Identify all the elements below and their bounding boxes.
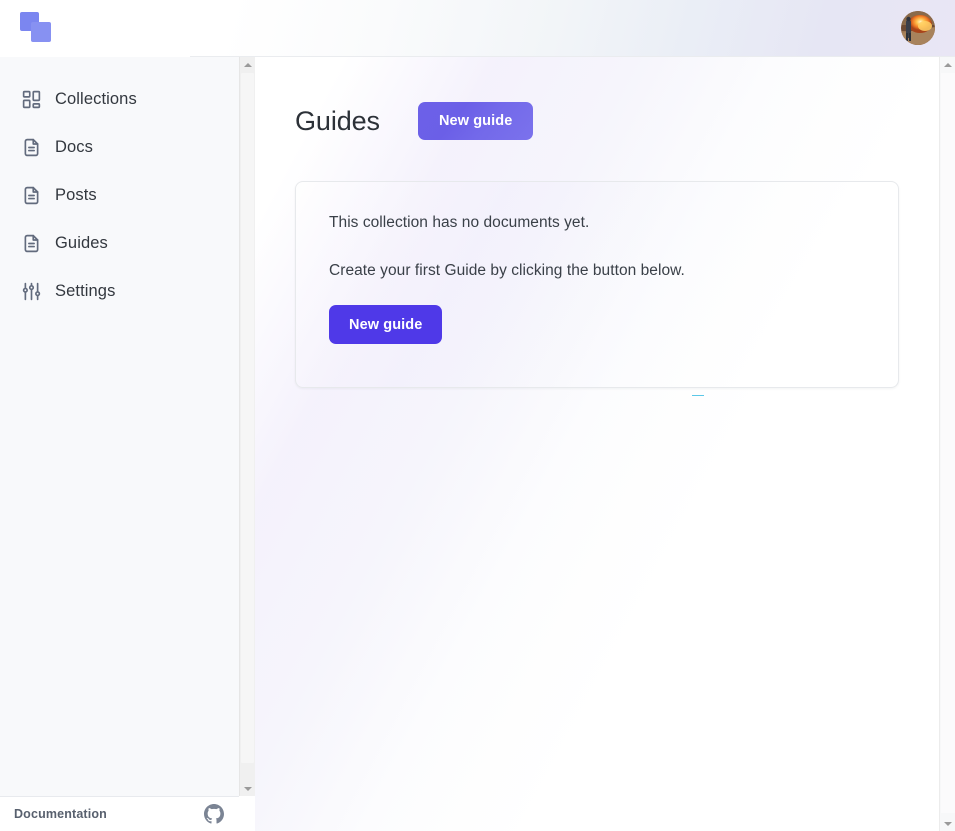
sidebar-item-label: Posts: [55, 185, 97, 204]
documentation-link[interactable]: Documentation: [14, 807, 107, 821]
triangle-up-icon[interactable]: [940, 57, 955, 72]
sidebar-item-settings[interactable]: Settings: [0, 267, 239, 315]
sidebar-item-label: Docs: [55, 137, 93, 156]
sidebar-scrollbar[interactable]: [239, 57, 255, 796]
empty-state-card: This collection has no documents yet. Cr…: [295, 181, 899, 388]
header-brand-area: [0, 0, 190, 57]
github-icon[interactable]: [204, 804, 224, 824]
sidebar: Collections Docs Posts Guides Settings D…: [0, 57, 239, 831]
logo-square-front: [31, 22, 51, 42]
app-root: Collections Docs Posts Guides Settings D…: [0, 0, 955, 831]
sidebar-item-docs[interactable]: Docs: [0, 123, 239, 171]
sidebar-item-posts[interactable]: Posts: [0, 171, 239, 219]
page-title: Guides: [295, 105, 380, 136]
sidebar-scrollbar-thumb[interactable]: [241, 73, 254, 763]
sidebar-nav: Collections Docs Posts Guides Settings: [0, 57, 239, 315]
page-header: Guides New guide: [295, 97, 955, 145]
top-header-bar: [0, 0, 955, 57]
empty-state-line-1: This collection has no documents yet.: [329, 214, 590, 231]
triangle-down-icon[interactable]: [940, 816, 955, 831]
sidebar-item-label: Guides: [55, 233, 108, 252]
document-icon: [20, 184, 42, 206]
cursor-artifact-line: [692, 395, 704, 396]
main-scrollbar-thumb[interactable]: [941, 73, 955, 813]
document-icon: [20, 136, 42, 158]
header-right-area: [901, 11, 935, 45]
sidebar-footer: Documentation: [0, 796, 239, 831]
sidebar-item-label: Collections: [55, 89, 137, 108]
new-guide-button-card[interactable]: New guide: [329, 305, 443, 344]
sidebar-item-collections[interactable]: Collections: [0, 75, 239, 123]
user-avatar[interactable]: [901, 11, 935, 45]
sidebar-item-label: Settings: [55, 281, 116, 300]
main-inner: Guides New guide This collection has no …: [255, 57, 955, 396]
sidebar-item-guides[interactable]: Guides: [0, 219, 239, 267]
triangle-up-icon[interactable]: [240, 57, 255, 72]
document-icon: [20, 232, 42, 254]
main-scrollbar[interactable]: [939, 57, 955, 831]
app-logo[interactable]: [20, 12, 54, 44]
header-spacer: [190, 0, 901, 57]
empty-state-line-2: Create your first Guide by clicking the …: [329, 261, 685, 279]
sliders-icon: [20, 280, 42, 302]
triangle-down-icon[interactable]: [240, 781, 255, 796]
new-guide-button-header[interactable]: New guide: [417, 102, 534, 140]
grid-layout-icon: [20, 88, 42, 110]
main-content: Guides New guide This collection has no …: [255, 57, 955, 831]
